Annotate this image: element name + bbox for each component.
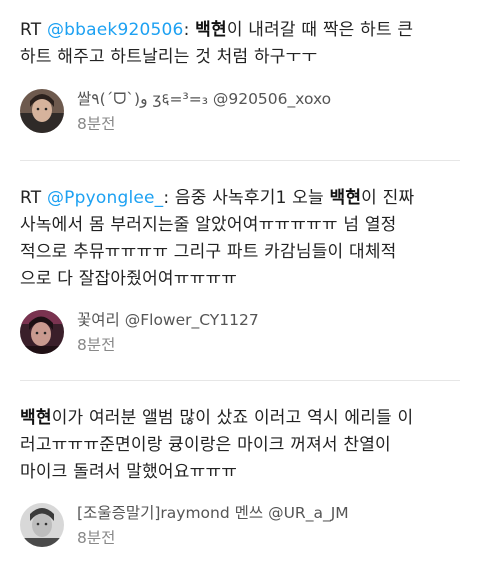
author-name[interactable]: 쌀٩(ˊᗜˋ)و ʒ६=³=₃ [77,90,208,108]
author-row[interactable]: 쌀٩(ˊᗜˋ)و ʒ६=³=₃ @920506_xoxo 8분전 [20,89,460,137]
author-row[interactable]: [조울증말기]raymond 멘쓰 @UR_a_JM 8분전 [20,503,460,551]
text-fragment: 으로 다 잘잡아줬어여ㅠㅠㅠㅠ [20,269,238,289]
retweet-prefix: RT [20,20,47,40]
text-fragment: 적으로 추뮤ㅠㅠㅠㅠ 그리구 파트 카감님들이 대체적 [20,242,397,262]
mention-link[interactable]: @bbaek920506 [47,20,184,40]
divider [20,160,460,161]
author-info: [조울증말기]raymond 멘쓰 @UR_a_JM [77,501,349,523]
tweet-feed: RT @bbaek920506: 백현이 내려갈 때 짝은 하트 큰 하트 해주… [0,0,480,575]
text-fragment: 마이크 돌려서 말했어요ㅠㅠㅠ [20,462,238,482]
tweet-line: 적으로 추뮤ㅠㅠㅠㅠ 그리구 파트 카감님들이 대체적 [20,239,466,266]
author-row[interactable]: 꽃여리 @Flower_CY1127 8분전 [20,310,460,358]
author-handle[interactable]: @920506_xoxo [213,90,331,108]
tweet-line: RT @bbaek920506: 백현이 내려갈 때 짝은 하트 큰 [20,17,466,44]
tweet-line: 러고ㅠㅠㅠ준면이랑 큥이랑은 마이크 꺼져서 찬열이 [20,432,466,459]
tweet-text: RT @Ppyonglee_: 음중 사녹후기1 오늘 백현이 진짜 사녹에서 … [20,185,466,293]
text-fragment: 이 내려갈 때 짝은 하트 큰 [226,20,414,40]
author-handle[interactable]: @Flower_CY1127 [125,311,259,329]
tweet-line: 마이크 돌려서 말했어요ㅠㅠㅠ [20,459,466,486]
text-fragment: : [183,20,196,40]
tweet-line: 사녹에서 몸 부러지는줄 알았어여ㅠㅠㅠㅠㅠ 넘 열정 [20,212,466,239]
tweet-line: 으로 다 잘잡아줬어여ㅠㅠㅠㅠ [20,266,466,293]
divider [20,380,460,381]
text-fragment: 이가 여러분 앨범 많이 샀죠 이러고 역시 에리들 이 [51,408,414,428]
retweet-prefix: RT [20,188,47,208]
author-info: 꽃여리 @Flower_CY1127 [77,308,259,330]
mention-link[interactable]: @Ppyonglee_ [47,188,163,208]
tweet-text: RT @bbaek920506: 백현이 내려갈 때 짝은 하트 큰 하트 해주… [20,17,466,71]
text-fragment: 하트 해주고 하트날리는 것 처럼 하구ㅜㅜ [20,47,318,67]
timestamp: 8분전 [77,529,116,547]
tweet-line: 하트 해주고 하트날리는 것 처럼 하구ㅜㅜ [20,44,466,71]
avatar-image [20,503,64,547]
text-fragment: : 음중 사녹후기1 오늘 [163,188,330,208]
author-name[interactable]: [조울증말기]raymond 멘쓰 [77,504,263,522]
author-handle[interactable]: @UR_a_JM [268,504,349,522]
tweet-line: 백현이가 여러분 앨범 많이 샀죠 이러고 역시 에리들 이 [20,405,466,432]
avatar[interactable] [20,310,64,354]
avatar[interactable] [20,503,64,547]
timestamp: 8분전 [77,115,116,133]
avatar-image [20,310,64,354]
timestamp: 8분전 [77,336,116,354]
text-fragment: 러고ㅠㅠㅠ준면이랑 큥이랑은 마이크 꺼져서 찬열이 [20,435,391,455]
avatar-image [20,89,64,133]
avatar[interactable] [20,89,64,133]
text-fragment: 사녹에서 몸 부러지는줄 알았어여ㅠㅠㅠㅠㅠ 넘 열정 [20,215,397,235]
tweet-line: RT @Ppyonglee_: 음중 사녹후기1 오늘 백현이 진짜 [20,185,466,212]
text-fragment: 이 진짜 [361,188,415,208]
author-info: 쌀٩(ˊᗜˋ)و ʒ६=³=₃ @920506_xoxo [77,87,331,109]
tweet-text: 백현이가 여러분 앨범 많이 샀죠 이러고 역시 에리들 이 러고ㅠㅠㅠ준면이랑… [20,405,466,486]
keyword-highlight: 백현 [20,408,52,428]
author-name[interactable]: 꽃여리 [77,311,120,329]
keyword-highlight: 백현 [195,20,227,40]
keyword-highlight: 백현 [329,188,362,208]
